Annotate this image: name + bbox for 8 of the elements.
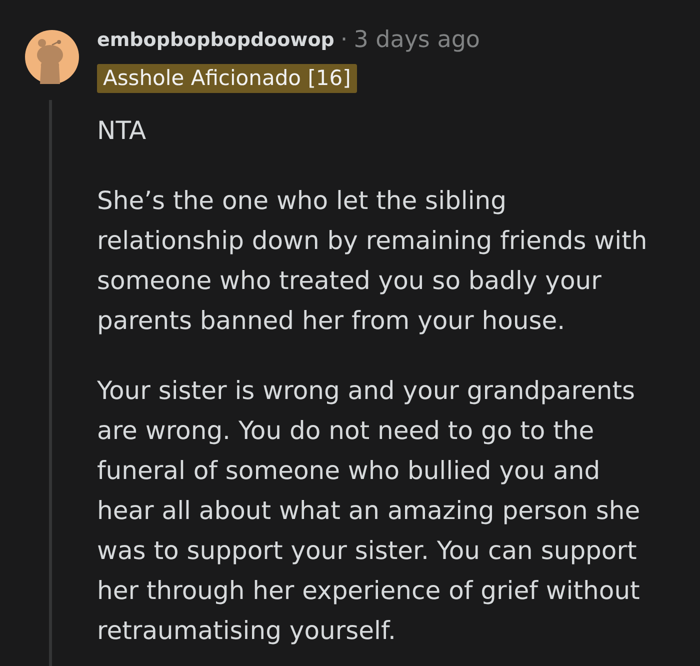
comment-paragraph: Your sister is wrong and your grandparents are wrong. You do not need to go to the funeral of someone who bullied you and hear all about what an amazing person she was to support your sister. You can support her through her experience of grief without retraumatising yourself. — [97, 375, 642, 647]
separator-dot: · — [340, 26, 348, 55]
username[interactable]: embopbopbopdoowop — [97, 26, 334, 54]
timestamp: 3 days ago — [354, 26, 480, 55]
avatar-icon — [25, 30, 79, 84]
user-flair: Asshole Aficionado [16] — [97, 64, 357, 93]
comment-paragraph: NTA — [97, 115, 148, 147]
comment-paragraph: She’s the one who let the sibling relationship down by remaining friends with someone who treated you so badly your parents banned her from your house. — [97, 185, 648, 337]
